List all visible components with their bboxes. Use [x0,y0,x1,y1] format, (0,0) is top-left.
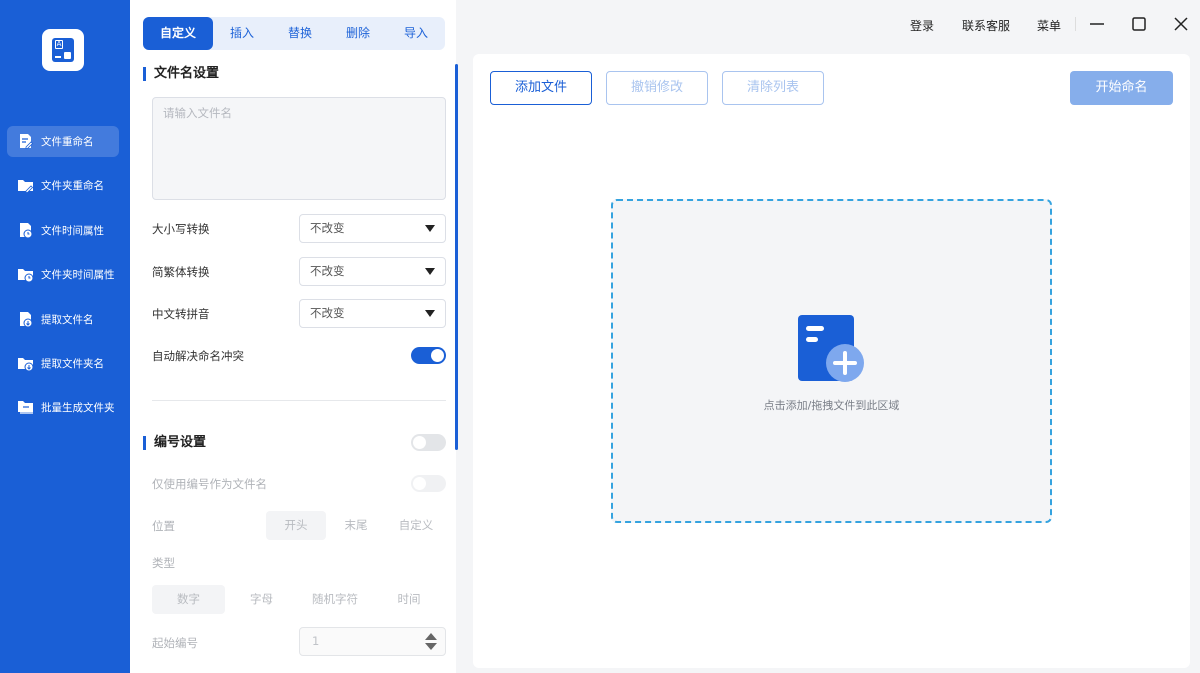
file-drop-zone[interactable]: 点击添加/拖拽文件到此区域 [611,199,1052,523]
pinyin-value: 不改变 [310,306,345,320]
caret-down-icon[interactable] [425,643,437,650]
tab-custom[interactable]: 自定义 [143,17,213,50]
file-edit-icon [20,134,34,149]
sidebar-item-extract-file[interactable]: 提取文件名 [7,304,119,335]
sidebar-item-label: 文件夹时间属性 [41,269,115,282]
folder-extract-icon [18,357,34,372]
add-file-icon [798,315,864,382]
position-start[interactable]: 开头 [266,511,326,540]
app-logo: A [42,29,84,71]
tab-insert[interactable]: 插入 [213,17,271,50]
type-letter[interactable]: 字母 [225,585,298,614]
sidebar-item-label: 文件夹重命名 [41,180,104,193]
position-end[interactable]: 末尾 [326,511,386,540]
tab-delete[interactable]: 删除 [329,17,387,50]
contact-support-link[interactable]: 联系客服 [962,17,1010,33]
chevron-down-icon [425,225,435,232]
file-clock-icon [20,222,33,239]
tab-replace[interactable]: 替换 [271,17,329,50]
close-icon[interactable] [1172,15,1190,33]
type-label: 类型 [152,556,175,570]
auto-resolve-toggle[interactable] [411,347,446,364]
panel-scrollbar[interactable] [455,64,458,450]
simp-trad-select[interactable]: 不改变 [299,257,446,286]
sidebar-item-label: 文件时间属性 [41,224,104,237]
position-custom[interactable]: 自定义 [386,511,446,540]
pinyin-label: 中文转拼音 [152,307,210,321]
settings-panel: 自定义 插入 替换 删除 导入 文件名设置 大小写转换 不改变 简繁体转换 不改… [130,0,456,673]
auto-resolve-label: 自动解决命名冲突 [152,349,244,363]
tab-bar: 自定义 插入 替换 删除 导入 [143,17,445,50]
case-convert-label: 大小写转换 [152,222,210,236]
chevron-down-icon [425,268,435,275]
caret-up-icon[interactable] [425,633,437,640]
tab-import[interactable]: 导入 [387,17,445,50]
menu-link[interactable]: 菜单 [1037,17,1061,33]
sidebar-item-batch-folders[interactable]: 批量生成文件夹 [7,392,119,423]
numbering-settings-title: 编号设置 [143,436,206,450]
start-rename-button[interactable]: 开始命名 [1070,71,1173,105]
login-link[interactable]: 登录 [910,17,934,33]
case-convert-select[interactable]: 不改变 [299,214,446,243]
number-only-toggle[interactable] [411,475,446,492]
sidebar-item-label: 提取文件名 [41,313,94,326]
start-number-label: 起始编号 [152,636,198,650]
sidebar-item-label: 提取文件夹名 [41,357,104,370]
sidebar-item-label: 文件重命名 [41,136,94,148]
clear-list-button[interactable]: 清除列表 [722,71,824,105]
sidebar-item-label: 批量生成文件夹 [41,402,115,415]
position-segmented: 开头 末尾 自定义 [266,511,446,540]
type-random[interactable]: 随机字符 [298,585,372,614]
simp-trad-label: 简繁体转换 [152,265,210,279]
simp-trad-value: 不改变 [310,264,345,278]
start-number-value: 1 [312,634,320,648]
type-time[interactable]: 时间 [372,585,446,614]
topbar-divider [1075,17,1076,31]
sidebar-item-extract-folder[interactable]: 提取文件夹名 [7,348,119,379]
filename-settings-title: 文件名设置 [143,67,219,81]
sidebar: A 文件重命名 文件夹重命名 文件时间属性 文件夹时间属性 提取文件名 提取文件… [0,0,130,673]
number-only-label: 仅使用编号作为文件名 [152,477,267,491]
sidebar-item-file-time[interactable]: 文件时间属性 [7,215,119,246]
folder-batch-icon [18,401,33,414]
sidebar-nav: 文件重命名 文件夹重命名 文件时间属性 文件夹时间属性 提取文件名 提取文件夹名… [7,126,119,437]
drop-hint-text: 点击添加/拖拽文件到此区域 [763,399,900,412]
undo-changes-button[interactable]: 撤销修改 [606,71,708,105]
chevron-down-icon [425,310,435,317]
position-label: 位置 [152,519,175,533]
maximize-icon[interactable] [1130,15,1148,33]
type-number[interactable]: 数字 [152,585,225,614]
main-area: 添加文件 撤销修改 清除列表 开始命名 点击添加/拖拽文件到此区域 [473,54,1190,668]
file-extract-icon [20,311,33,328]
case-convert-value: 不改变 [310,221,345,235]
add-files-button[interactable]: 添加文件 [490,71,592,105]
sidebar-item-file-rename[interactable]: 文件重命名 [7,126,119,157]
start-number-stepper[interactable]: 1 [299,627,446,656]
filename-input[interactable] [152,97,446,200]
pinyin-select[interactable]: 不改变 [299,299,446,328]
folder-clock-icon [18,269,34,283]
sidebar-item-folder-time[interactable]: 文件夹时间属性 [7,259,119,290]
section-divider [152,400,446,401]
minimize-icon[interactable] [1088,15,1106,33]
folder-edit-icon [18,180,34,194]
sidebar-item-folder-rename[interactable]: 文件夹重命名 [7,170,119,201]
type-segmented: 数字 字母 随机字符 时间 [152,585,446,614]
numbering-toggle[interactable] [411,434,446,451]
